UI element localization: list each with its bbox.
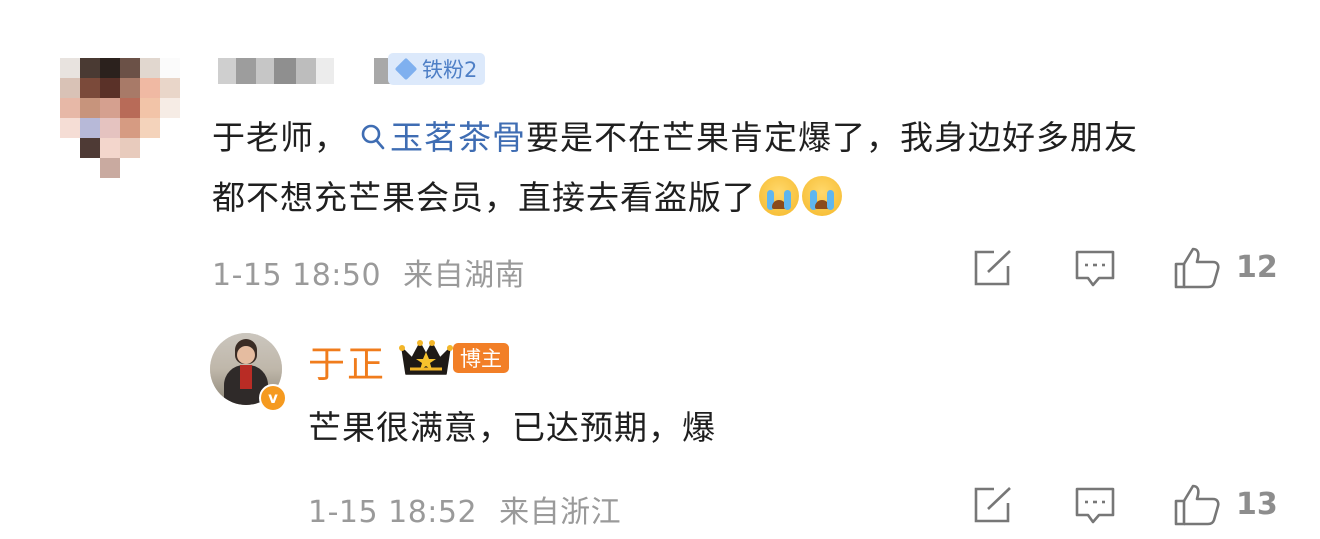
verified-v-icon: v xyxy=(259,384,287,412)
comment-text-part: 都不想充芒果会员，直接去看盗版了 xyxy=(212,178,756,217)
reply-text: 芒果很满意，已达预期，爆 xyxy=(308,408,716,447)
username-blurred[interactable] xyxy=(218,58,396,84)
comment-date: 1-15 18:50 xyxy=(212,258,382,293)
comment-icon[interactable] xyxy=(1074,248,1116,290)
avatar[interactable] xyxy=(60,58,180,178)
blogger-badge: 博主 xyxy=(453,343,509,373)
share-edit-icon[interactable] xyxy=(972,485,1014,525)
comment-meta: 1-15 18:50 来自湖南 xyxy=(212,250,525,294)
fan-badge-label: 铁粉2 xyxy=(422,58,478,82)
reply-meta: 1-15 18:52 来自浙江 xyxy=(308,487,621,531)
diamond-icon xyxy=(394,57,418,81)
blogger-badge-label: 博主 xyxy=(460,347,502,371)
thumbs-up-icon[interactable] xyxy=(1173,246,1221,290)
topic-label: 玉茗茶骨 xyxy=(390,118,526,157)
share-edit-icon[interactable] xyxy=(972,248,1014,288)
comment-location: 来自湖南 xyxy=(403,258,526,293)
crying-emoji-icon xyxy=(802,176,842,216)
topic-link[interactable]: 玉茗茶骨 xyxy=(360,118,526,157)
comment-icon[interactable] xyxy=(1074,485,1116,527)
comment-text-part: 要是不在芒果肯定爆了，我身边好多朋友 xyxy=(526,118,1138,157)
reply-date: 1-15 18:52 xyxy=(308,495,478,530)
reply-location: 来自浙江 xyxy=(499,495,622,530)
fan-level-badge: 铁粉2 xyxy=(388,53,486,85)
crown-icon xyxy=(398,338,454,384)
thumbs-up-icon[interactable] xyxy=(1173,483,1221,527)
comment-text: 于老师， 玉茗茶骨要是不在芒果肯定爆了，我身边好多朋友 都不想充芒果会员，直接去看… xyxy=(212,109,1302,227)
like-count: 13 xyxy=(1236,487,1278,522)
comment-text-part: 于老师， xyxy=(212,118,348,157)
like-count: 12 xyxy=(1236,250,1278,285)
search-icon xyxy=(360,111,386,169)
crying-emoji-icon xyxy=(759,176,799,216)
blogger-name[interactable]: 于正 xyxy=(308,334,386,388)
